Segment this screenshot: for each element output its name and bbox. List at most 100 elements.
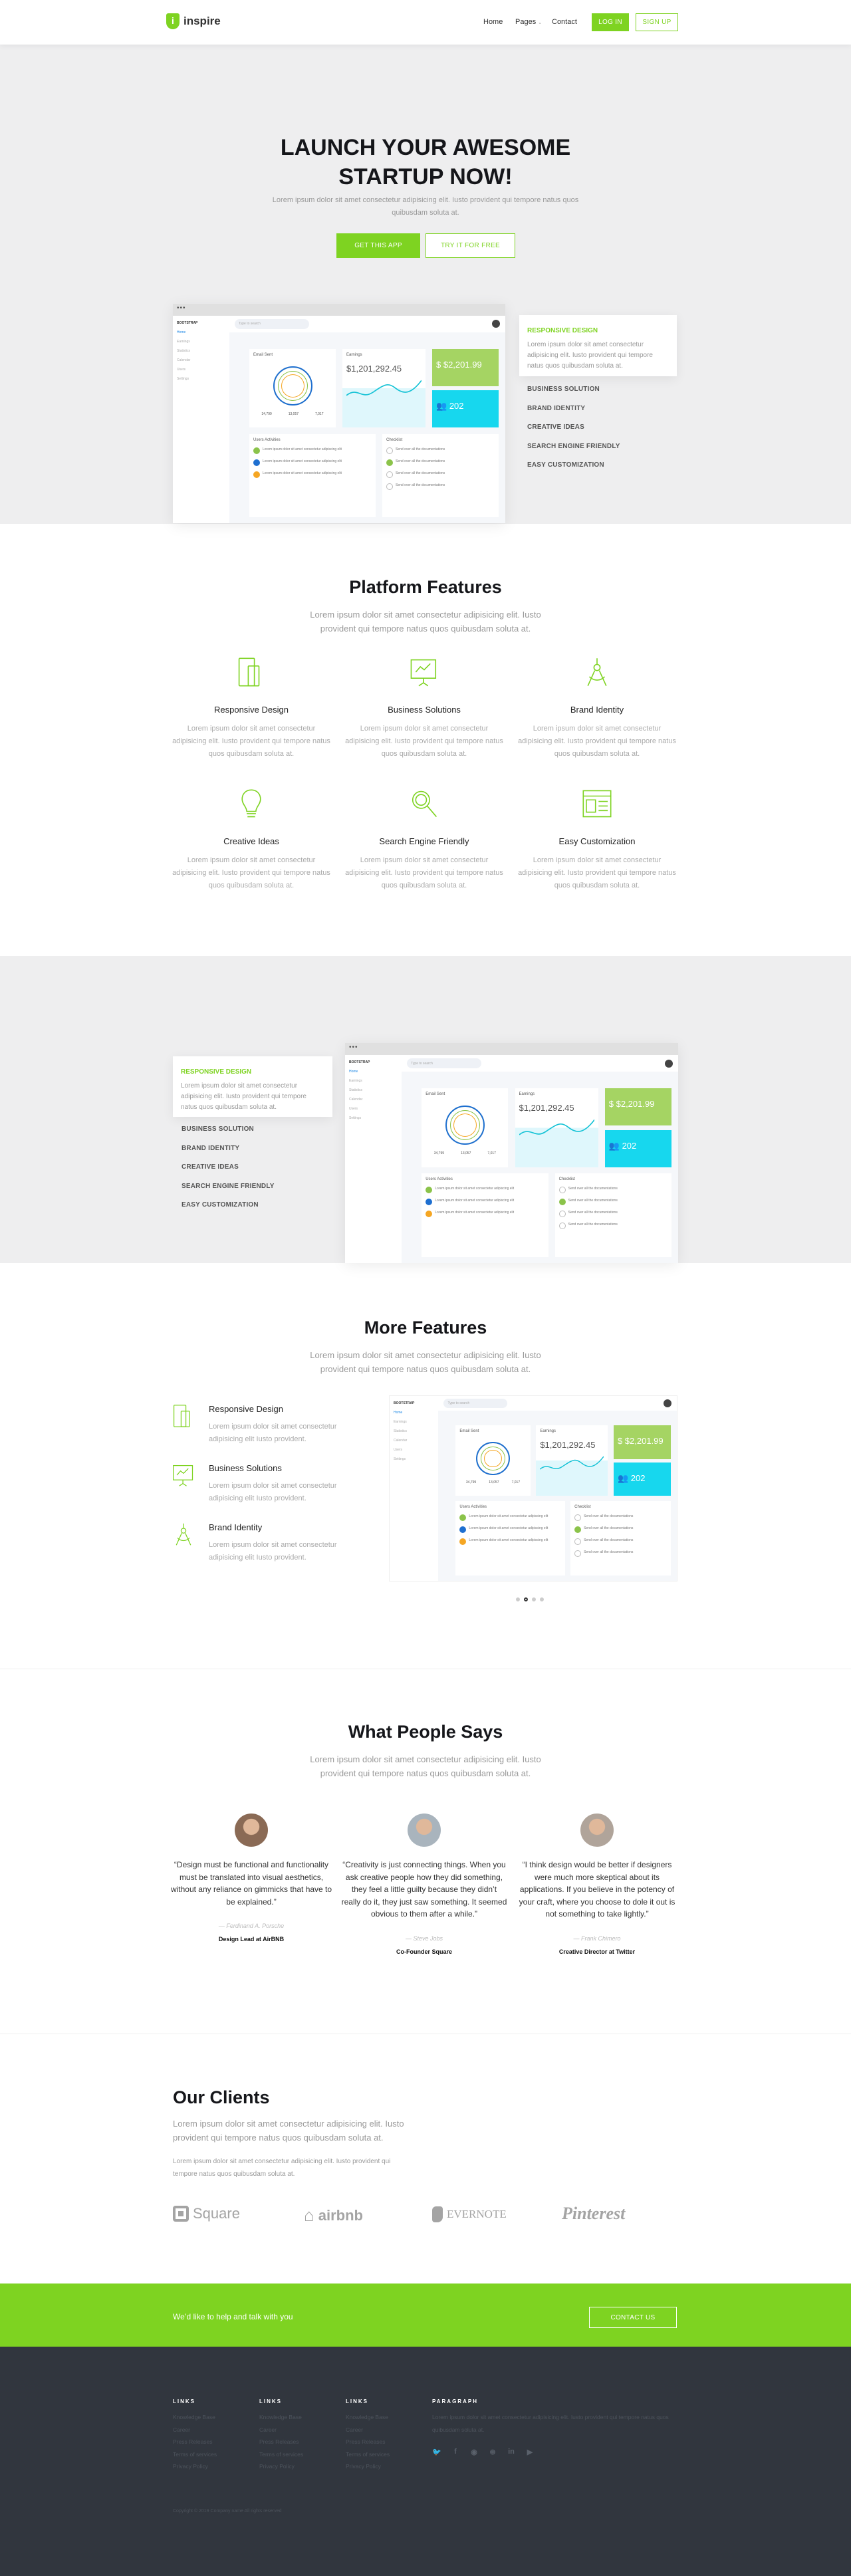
more-feature-text: Lorem ipsum dolor sit amet consectetur a… — [209, 1423, 337, 1443]
mock-money-text: $2,201.99 — [616, 1099, 655, 1110]
footer-link[interactable]: Terms of services — [346, 2448, 432, 2461]
features-grid: Responsive Design Lorem ipsum dolor sit a… — [172, 657, 690, 892]
showcase-item[interactable]: SEARCH ENGINE FRIENDLY — [527, 443, 620, 462]
logo[interactable]: i inspire — [166, 13, 221, 29]
checklist-item: Send over all the documentations — [584, 1514, 634, 1519]
feature-title: Business Solutions — [388, 705, 461, 715]
mock-users-text: 202 — [630, 1473, 646, 1484]
testimonial-role: Design Lead at AirBNB — [218, 1936, 285, 1942]
more-feature-title: Business Solutions — [209, 1463, 282, 1473]
try-free-button[interactable]: TRY IT FOR FREE — [426, 233, 515, 258]
mock-card-title: Email Sent — [459, 1429, 479, 1434]
footer-link[interactable]: Press Releases — [173, 2436, 259, 2448]
mock-money-value: $ $2,201.99 — [617, 1436, 664, 1447]
showcase-item[interactable]: BRAND IDENTITY — [182, 1145, 275, 1164]
footer-link[interactable]: Knowledge Base — [173, 2411, 259, 2424]
mock-topbar: Type to search — [402, 1055, 678, 1072]
footer-paragraph: PARAGRAPH Lorem ipsum dolor sit amet con… — [432, 2399, 678, 2456]
client-logo-airbnb: ⌂ airbnb — [304, 2205, 363, 2226]
testimonial-quote: “Creativity is just connecting things. W… — [341, 1860, 507, 1919]
dribbble-icon[interactable]: ⊛ — [488, 2448, 497, 2456]
twitter-icon[interactable]: 🐦 — [432, 2448, 441, 2456]
footer-col-title: LINKS — [259, 2399, 282, 2404]
checklist-item: Send over all the documentations — [396, 459, 445, 463]
social-icons: 🐦 f ◉ ⊛ in ▶ — [432, 2448, 678, 2456]
legend-value: 34,799 — [433, 1151, 445, 1155]
mock-money-value: $ $2,201.99 — [608, 1099, 655, 1110]
footer-link[interactable]: Career — [346, 2424, 432, 2436]
activity-item: Lorem ipsum dolor sit amet consectetur a… — [435, 1187, 515, 1191]
get-app-button[interactable]: GET THIS APP — [336, 233, 420, 258]
logo-badge: i — [166, 13, 180, 29]
footer-link[interactable]: Press Releases — [259, 2436, 346, 2448]
showcase-item[interactable]: SEARCH ENGINE FRIENDLY — [182, 1183, 275, 1202]
footer-link[interactable]: Career — [259, 2424, 346, 2436]
feature-card-responsive[interactable]: RESPONSIVE DESIGN Lorem ipsum dolor sit … — [519, 315, 677, 376]
feature-item: Easy Customization Lorem ipsum dolor sit … — [517, 788, 677, 892]
dashboard-preview: ••• BOOTSTRAP Home Earnings Statistics C… — [173, 304, 505, 523]
mock-money-text: $2,201.99 — [443, 359, 482, 370]
mock-menu-item: Calendar — [349, 1098, 363, 1102]
showcase-item[interactable]: BRAND IDENTITY — [527, 405, 620, 424]
clients-title: Our Clients — [173, 2087, 270, 2107]
contact-us-button[interactable]: CONTACT US — [589, 2307, 677, 2328]
more-feature-item: Responsive Design Lorem ipsum dolor sit a… — [172, 1404, 368, 1463]
mock-menu-item: Calendar — [177, 358, 191, 362]
showcase-item[interactable]: BUSINESS SOLUTION — [527, 386, 620, 405]
checklist-item: Send over all the documentations — [568, 1223, 618, 1227]
showcase-item[interactable]: EASY CUSTOMIZATION — [527, 461, 620, 481]
clients-desc-small: Lorem ipsum dolor sit amet consectetur a… — [173, 2158, 391, 2178]
checklist-item: Send over all the documentations — [568, 1211, 618, 1215]
showcase-item[interactable]: CREATIVE IDEAS — [182, 1163, 275, 1183]
top-navbar: i inspire Home Pages ⌄ Contact LOG IN SIG… — [0, 0, 851, 45]
mock-menu-item: Users — [394, 1448, 403, 1452]
hero-title-line1: LAUNCH YOUR AWESOME — [280, 135, 571, 160]
youtube-icon[interactable]: ▶ — [525, 2448, 535, 2456]
linkedin-icon[interactable]: in — [507, 2448, 516, 2456]
footer-link[interactable]: Knowledge Base — [259, 2411, 346, 2424]
showcase-item[interactable]: CREATIVE IDEAS — [527, 423, 620, 443]
testimonials-title: What People Says — [348, 1722, 503, 1742]
mock-sidebar: BOOTSTRAP Home Earnings Statistics Calen… — [345, 1055, 402, 1263]
footer-link[interactable]: Terms of services — [173, 2448, 259, 2461]
footer-link[interactable]: Knowledge Base — [346, 2411, 432, 2424]
footer-link[interactable]: Press Releases — [346, 2436, 432, 2448]
nav-home[interactable]: Home — [483, 18, 503, 26]
footer-link[interactable]: Privacy Policy — [346, 2460, 432, 2473]
showcase-item[interactable]: BUSINESS SOLUTION — [182, 1125, 275, 1145]
showcase-item[interactable]: EASY CUSTOMIZATION — [182, 1201, 275, 1221]
footer-link[interactable]: Career — [173, 2424, 259, 2436]
carousel-dot[interactable] — [524, 1597, 528, 1601]
footer-col: LINKS Knowledge Base Career Press Releases T… — [173, 2399, 259, 2473]
footer-link[interactable]: Privacy Policy — [259, 2460, 346, 2473]
mock-card-title: Users Activities — [253, 437, 281, 442]
facebook-icon[interactable]: f — [451, 2448, 460, 2456]
nav-pages[interactable]: Pages ⌄ — [515, 18, 542, 26]
activity-item: Lorem ipsum dolor sit amet consectetur a… — [435, 1211, 515, 1215]
footer-link[interactable]: Terms of services — [259, 2448, 346, 2461]
client-logo-square: Square — [173, 2205, 240, 2222]
line-chart — [518, 1119, 595, 1135]
github-icon[interactable]: ◉ — [469, 2448, 479, 2456]
more-feature-text: Lorem ipsum dolor sit amet consectetur a… — [209, 1482, 337, 1502]
legend-value: 7,017 — [314, 411, 324, 416]
signup-button[interactable]: SIGN UP — [636, 13, 678, 31]
feature-card-text: Lorem ipsum dolor sit amet consectetur a… — [527, 341, 653, 370]
feature-card-title: RESPONSIVE DESIGN — [181, 1068, 252, 1076]
nav-contact[interactable]: Contact — [552, 18, 577, 26]
carousel-dot[interactable] — [532, 1597, 536, 1601]
mock-card-title: Checklist — [574, 1505, 591, 1510]
carousel-dot[interactable] — [540, 1597, 544, 1601]
feature-title: Search Engine Friendly — [379, 836, 469, 846]
feature-title: Easy Customization — [558, 836, 636, 846]
dashboard-preview: ••• BOOTSTRAP Home Earnings Statistics C… — [390, 1396, 677, 1581]
activity-item: Lorem ipsum dolor sit amet consectetur a… — [263, 459, 342, 463]
carousel-dot[interactable] — [516, 1597, 520, 1601]
footer-link[interactable]: Privacy Policy — [173, 2460, 259, 2473]
footer-para-text: Lorem ipsum dolor sit amet consectetur a… — [432, 2414, 669, 2433]
avatar — [408, 1814, 441, 1847]
login-button[interactable]: LOG IN — [592, 13, 629, 31]
feature-card-responsive[interactable]: RESPONSIVE DESIGN Lorem ipsum dolor sit … — [173, 1056, 332, 1117]
testimonials-list: “Design must be functional and functiona… — [168, 1814, 680, 1955]
mock-menu-item: Settings — [177, 377, 189, 381]
